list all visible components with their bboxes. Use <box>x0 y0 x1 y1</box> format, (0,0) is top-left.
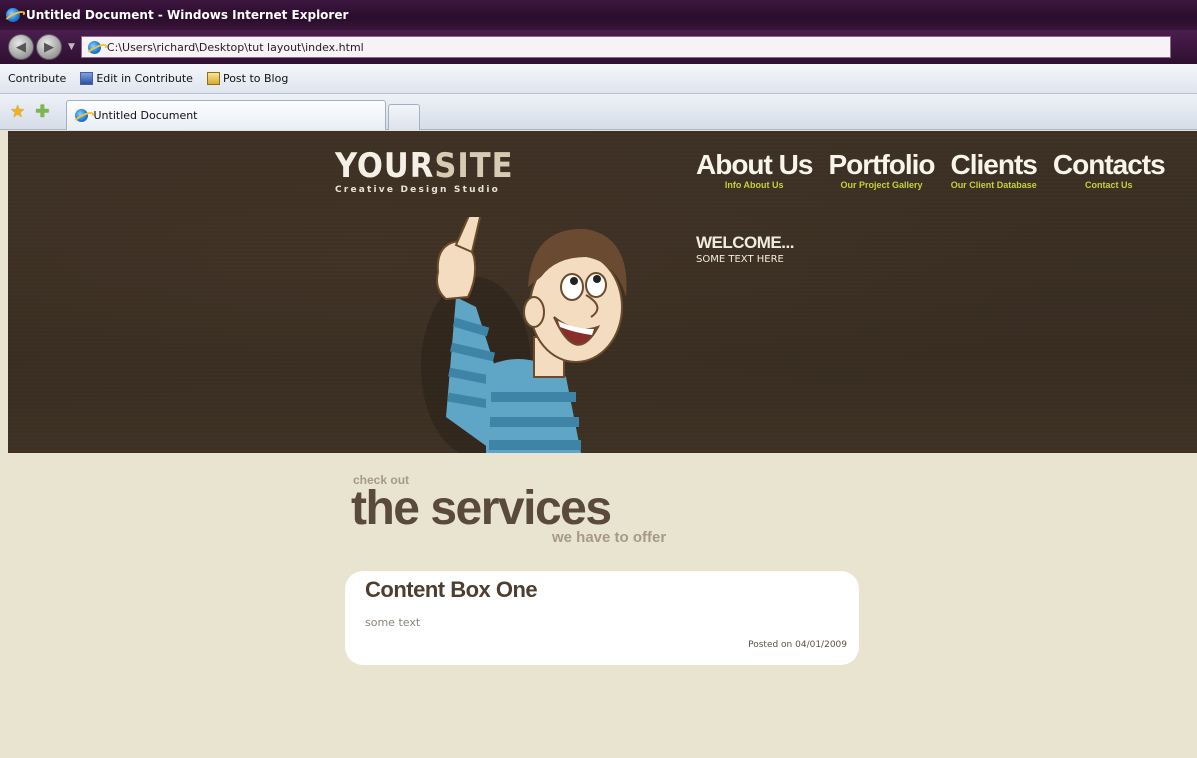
post-label: Post to Blog <box>222 72 289 85</box>
edit-label: Edit in Contribute <box>96 72 193 85</box>
tab-page-icon <box>74 108 88 122</box>
address-text: C:\Users\richard\Desktop\tut layout\inde… <box>106 40 364 54</box>
content-box: Content Box One some text Posted on 04/0… <box>345 571 859 665</box>
tab-untitled-document[interactable]: Untitled Document <box>65 99 386 130</box>
nav-about-subtitle: Info About Us <box>724 180 784 190</box>
logo-tagline: Creative Design Studio <box>335 185 501 195</box>
cartoon-mascot-illustration <box>421 217 627 453</box>
nav-clients-title: Clients <box>950 149 1038 180</box>
window-titlebar: Untitled Document - Windows Internet Exp… <box>0 0 1197 30</box>
welcome-text: SOME TEXT HERE <box>696 254 784 265</box>
nav-contacts[interactable]: Contacts Contact Us <box>1052 149 1166 191</box>
back-arrow-icon: ◀ <box>16 39 26 55</box>
favorites-star-icon[interactable]: ★ <box>10 102 25 122</box>
site-logo[interactable]: YOURSITE Creative Design Studio <box>335 149 514 195</box>
contribute-menu[interactable]: Contribute <box>8 72 66 85</box>
address-bar-row: ◀ ▶ ▼ C:\Users\richard\Desktop\tut layou… <box>0 30 1197 64</box>
tab-label: Untitled Document <box>93 108 198 122</box>
history-dropdown-icon[interactable]: ▼ <box>68 42 75 52</box>
nav-about-title: About Us <box>696 149 813 180</box>
add-favorites-icon[interactable]: ✚ <box>35 102 49 122</box>
nav-clients-subtitle: Our Client Database <box>950 180 1037 190</box>
logo-secondary: SITE <box>434 146 514 186</box>
services-kicker-sub: we have to offer <box>552 529 667 546</box>
forward-button[interactable]: ▶ <box>36 34 62 60</box>
edit-icon <box>80 72 94 85</box>
services-section: check out the services we have to offer … <box>8 453 1197 758</box>
welcome-title: WELCOME... <box>696 233 794 252</box>
contribute-toolbar: Contribute Edit in Contribute Post to Bl… <box>0 64 1197 94</box>
main-nav: About Us Info About Us Portfolio Our Pro… <box>696 149 1181 191</box>
nav-contacts-subtitle: Contact Us <box>1085 180 1133 190</box>
site-header: YOURSITE Creative Design Studio About Us… <box>8 131 1197 453</box>
edit-in-contribute-button[interactable]: Edit in Contribute <box>80 72 193 85</box>
content-box-text: some text <box>365 616 421 629</box>
post-to-blog-button[interactable]: Post to Blog <box>206 72 289 85</box>
nav-contacts-title: Contacts <box>1052 149 1166 180</box>
nav-portfolio[interactable]: Portfolio Our Project Gallery <box>828 149 935 191</box>
logo-text: YOURSITE <box>335 149 514 183</box>
ie-logo-icon <box>6 8 20 22</box>
content-box-title: Content Box One <box>365 577 538 602</box>
nav-clients[interactable]: Clients Our Client Database <box>950 149 1038 191</box>
new-tab-button[interactable] <box>387 103 420 130</box>
window-title: Untitled Document - Windows Internet Exp… <box>26 8 349 22</box>
welcome-block: WELCOME... SOME TEXT HERE <box>696 233 794 265</box>
blog-icon <box>206 72 220 85</box>
nav-portfolio-title: Portfolio <box>828 149 935 180</box>
page-icon <box>87 40 101 54</box>
logo-primary: YOUR <box>335 146 435 186</box>
address-input[interactable]: C:\Users\richard\Desktop\tut layout\inde… <box>80 36 1171 58</box>
page-viewport: YOURSITE Creative Design Studio About Us… <box>8 131 1197 758</box>
tab-row: ★ ✚ Untitled Document <box>0 94 1197 130</box>
content-box-date: Posted on 04/01/2009 <box>748 640 847 650</box>
nav-portfolio-subtitle: Our Project Gallery <box>840 180 923 190</box>
forward-arrow-icon: ▶ <box>44 39 54 55</box>
back-button[interactable]: ◀ <box>8 34 34 60</box>
nav-about[interactable]: About Us Info About Us <box>696 149 813 191</box>
